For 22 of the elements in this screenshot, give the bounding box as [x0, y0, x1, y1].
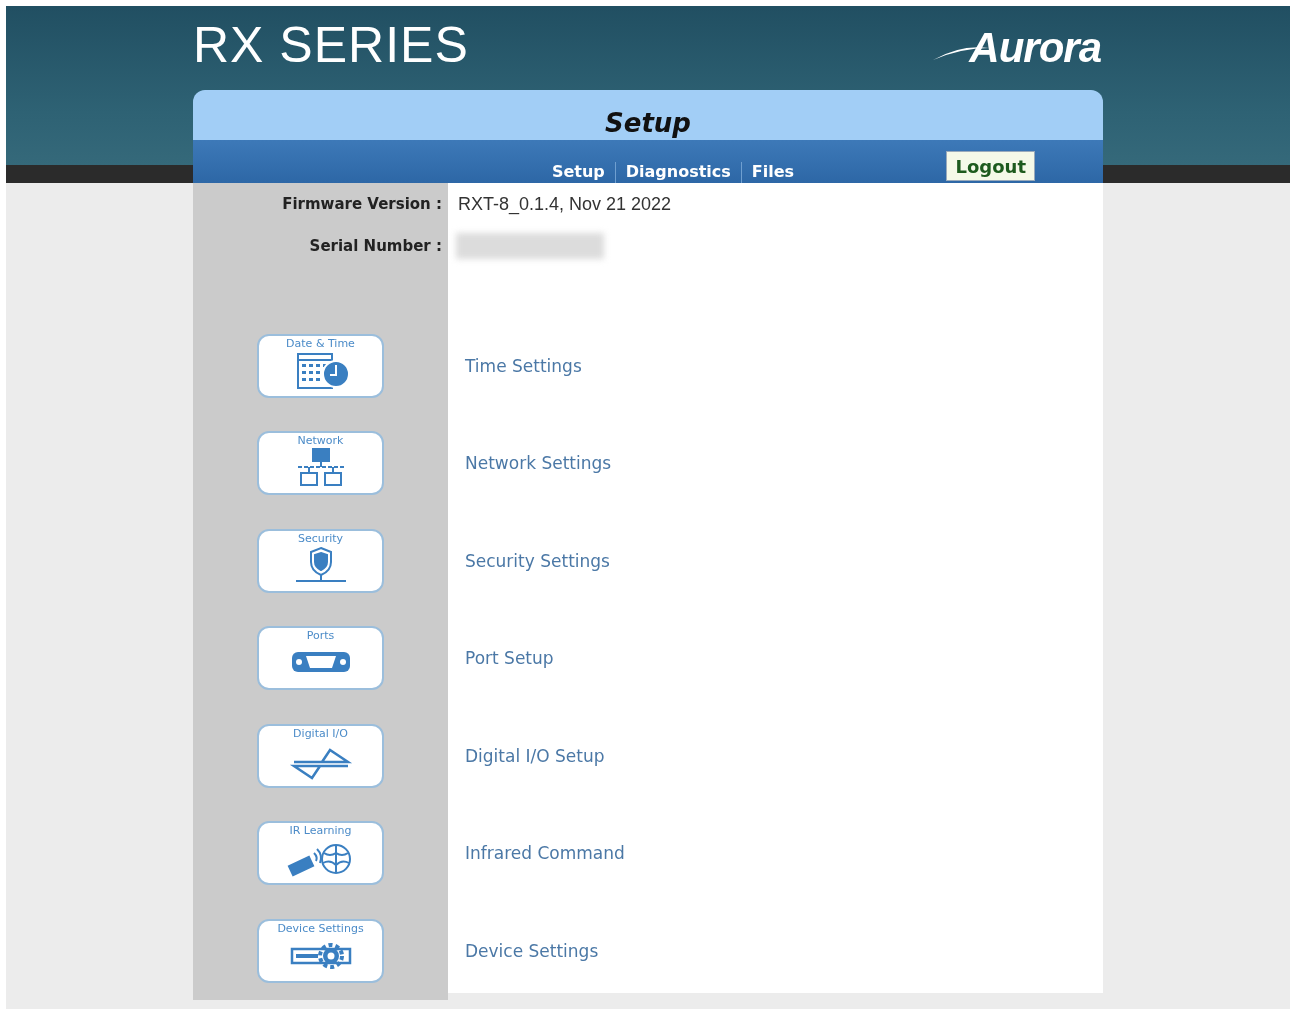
- settings-link[interactable]: Time Settings: [448, 355, 1103, 376]
- settings-link[interactable]: Network Settings: [448, 453, 1103, 474]
- info-label: Serial Number :: [308, 237, 443, 255]
- settings-tile[interactable]: Network: [257, 431, 384, 496]
- brand-logo: Aurora: [931, 24, 1101, 72]
- product-title: RX SERIES: [193, 16, 469, 74]
- page-title: Setup: [605, 108, 691, 138]
- settings-tile[interactable]: Ports: [257, 626, 384, 691]
- settings-tile[interactable]: Digital I/O: [257, 723, 384, 788]
- settings-tile[interactable]: IR Learning: [257, 821, 384, 886]
- settings-tile[interactable]: Device Settings: [257, 918, 384, 983]
- settings-tile[interactable]: Date & Time: [257, 333, 384, 398]
- settings-link[interactable]: Device Settings: [448, 940, 1103, 961]
- settings-link[interactable]: Infrared Command: [448, 843, 1103, 864]
- nav-link[interactable]: Files: [741, 162, 805, 183]
- settings-link[interactable]: Security Settings: [448, 550, 1103, 571]
- settings-tile[interactable]: Security: [257, 528, 384, 593]
- settings-link[interactable]: Port Setup: [448, 648, 1103, 669]
- info-label: Firmware Version :: [281, 195, 443, 213]
- logout-button[interactable]: Logout: [946, 151, 1035, 181]
- settings-link[interactable]: Digital I/O Setup: [448, 745, 1103, 766]
- info-value: RXT-8_0.1.4, Nov 21 2022: [457, 193, 673, 215]
